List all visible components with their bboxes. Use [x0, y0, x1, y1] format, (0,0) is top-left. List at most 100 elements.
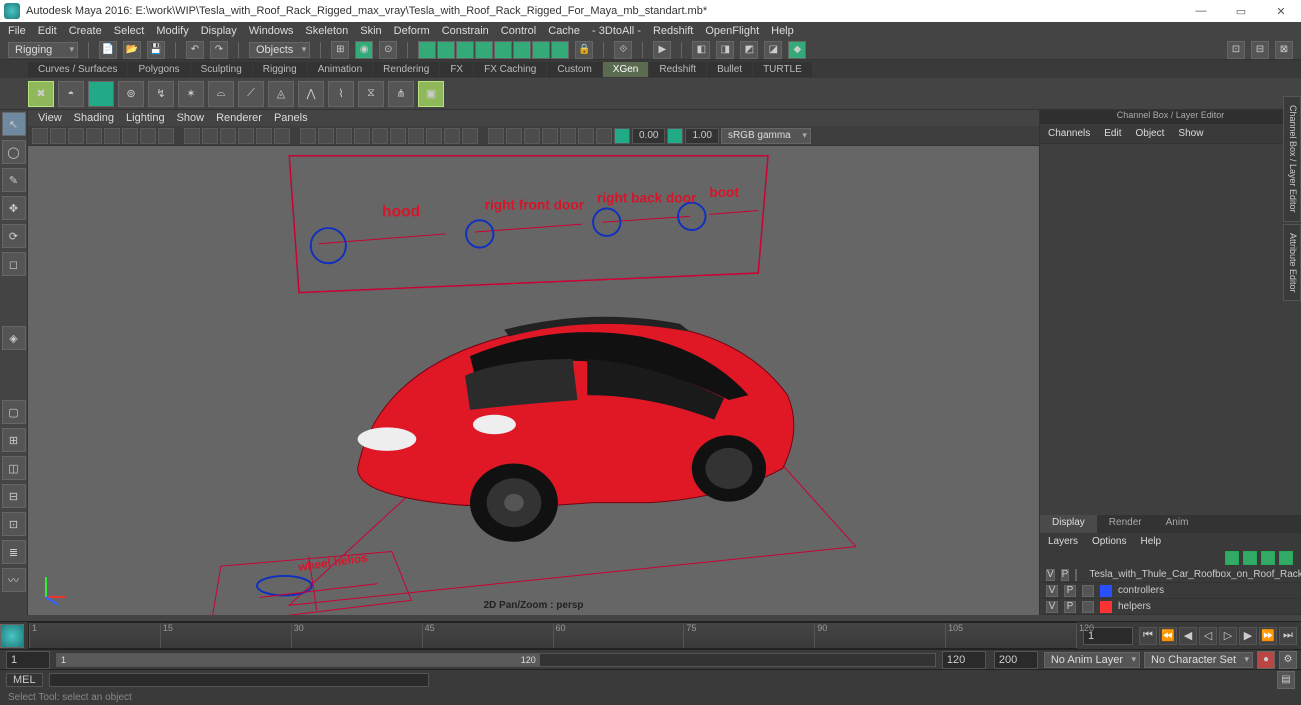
step-fwd-icon[interactable]: ▶ [1239, 627, 1257, 645]
panel-icon[interactable] [596, 128, 612, 144]
layer-color-swatch[interactable] [1100, 601, 1112, 613]
layer-color-swatch[interactable] [1100, 585, 1112, 597]
shelf-xgen-icon-4[interactable]: ⊚ [118, 81, 144, 107]
render-settings-icon[interactable]: ◩ [740, 41, 758, 59]
menu-3dtoall[interactable]: - 3DtoAll - [592, 25, 641, 37]
selection-mask-dropdown[interactable]: Objects [249, 42, 310, 58]
range-thumb[interactable]: 1120 [57, 654, 540, 666]
shelf-xgen-icon-8[interactable]: ⟋ [238, 81, 264, 107]
layer-row[interactable]: V P controllers [1040, 583, 1301, 599]
menu-skin[interactable]: Skin [360, 25, 381, 37]
new-scene-icon[interactable]: 📄 [99, 41, 117, 59]
side-tab-attribute[interactable]: Attribute Editor [1283, 224, 1301, 302]
shelf-xgen-icon-5[interactable]: ↯ [148, 81, 174, 107]
panel-icon[interactable] [336, 128, 352, 144]
menu-help[interactable]: Help [771, 25, 794, 37]
menu-control[interactable]: Control [501, 25, 536, 37]
shelf-tab-fx[interactable]: FX [440, 62, 473, 77]
layer-tab-render[interactable]: Render [1097, 515, 1154, 533]
select-tool[interactable]: ↖ [2, 112, 26, 136]
shelf-tab-rigging[interactable]: Rigging [253, 62, 307, 77]
panel-icon[interactable] [184, 128, 200, 144]
panel-icon[interactable] [506, 128, 522, 144]
shelf-xgen-icon-7[interactable]: ⌓ [208, 81, 234, 107]
script-editor-icon[interactable]: ▤ [1277, 671, 1295, 689]
menu-cache[interactable]: Cache [548, 25, 580, 37]
layer-tab-display[interactable]: Display [1040, 515, 1097, 533]
step-back-key-icon[interactable]: ⏪ [1159, 627, 1177, 645]
range-end2-field[interactable]: 200 [994, 651, 1038, 669]
cmd-lang-label[interactable]: MEL [6, 673, 43, 687]
layer-vis-toggle[interactable]: V [1046, 569, 1055, 581]
layout-two-side[interactable]: ◫ [2, 456, 26, 480]
snap-curve-icon[interactable]: ◉ [355, 41, 373, 59]
panel-icon[interactable] [578, 128, 594, 144]
layer-new-selected-icon[interactable] [1279, 551, 1293, 565]
close-button[interactable]: ✕ [1261, 0, 1301, 22]
shelf-tab-redshift[interactable]: Redshift [649, 62, 706, 77]
workspace-dropdown[interactable]: Rigging [8, 42, 78, 58]
scale-tool[interactable]: ◻ [2, 252, 26, 276]
sym-icon-8[interactable] [551, 41, 569, 59]
step-back-icon[interactable]: ◀ [1179, 627, 1197, 645]
hud-icon[interactable]: ⊟ [1251, 41, 1269, 59]
panel-menu-lighting[interactable]: Lighting [126, 112, 165, 124]
move-tool[interactable]: ✥ [2, 196, 26, 220]
xray-icon[interactable]: ⊠ [1275, 41, 1293, 59]
cb-menu-object[interactable]: Object [1136, 128, 1165, 139]
go-start-icon[interactable]: ⏮ [1139, 627, 1157, 645]
menu-skeleton[interactable]: Skeleton [305, 25, 348, 37]
layer-move-up-icon[interactable] [1225, 551, 1239, 565]
maya-home-icon[interactable] [0, 624, 24, 648]
gate-mask-icon[interactable] [614, 128, 630, 144]
graph-editor-toggle[interactable]: 〰 [2, 568, 26, 592]
shelf-xgen-icon-10[interactable]: ⋀ [298, 81, 324, 107]
panel-icon[interactable] [32, 128, 48, 144]
shelf-tab-custom[interactable]: Custom [547, 62, 601, 77]
sym-icon-6[interactable] [513, 41, 531, 59]
shelf-tab-curves[interactable]: Curves / Surfaces [28, 62, 127, 77]
menu-create[interactable]: Create [69, 25, 102, 37]
layer-menu-layers[interactable]: Layers [1048, 536, 1078, 547]
panel-icon[interactable] [202, 128, 218, 144]
layer-type-toggle[interactable] [1075, 569, 1077, 581]
panel-icon[interactable] [256, 128, 272, 144]
panel-icon[interactable] [50, 128, 66, 144]
panel-icon[interactable] [140, 128, 156, 144]
shelf-tab-fxcaching[interactable]: FX Caching [474, 62, 546, 77]
range-track[interactable]: 1120 [56, 653, 936, 667]
layer-menu-help[interactable]: Help [1140, 536, 1161, 547]
gamma-field[interactable]: 1.00 [685, 128, 718, 144]
play-fwd-icon[interactable]: ▷ [1219, 627, 1237, 645]
minimize-button[interactable]: — [1181, 0, 1221, 22]
snap-grid-icon[interactable]: ⊞ [331, 41, 349, 59]
panel-icon[interactable] [354, 128, 370, 144]
panel-icon[interactable] [542, 128, 558, 144]
colorspace-dropdown[interactable]: sRGB gamma [721, 128, 811, 144]
ipr-icon[interactable]: ◧ [692, 41, 710, 59]
play-back-icon[interactable]: ◁ [1199, 627, 1217, 645]
cb-menu-show[interactable]: Show [1178, 128, 1203, 139]
sym-icon-2[interactable] [437, 41, 455, 59]
rotate-tool[interactable]: ⟳ [2, 224, 26, 248]
menu-openflight[interactable]: OpenFlight [705, 25, 759, 37]
shelf-xgen-icon-12[interactable]: ⧖ [358, 81, 384, 107]
prefs-icon[interactable]: ⚙ [1279, 651, 1297, 669]
go-end-icon[interactable]: ⏭ [1279, 627, 1297, 645]
panel-icon[interactable] [274, 128, 290, 144]
open-scene-icon[interactable]: 📂 [123, 41, 141, 59]
last-tool[interactable]: ◈ [2, 326, 26, 350]
panel-icon[interactable] [122, 128, 138, 144]
panel-icon[interactable] [426, 128, 442, 144]
layer-vis-toggle[interactable]: V [1046, 585, 1058, 597]
panel-icon[interactable] [524, 128, 540, 144]
shelf-tab-animation[interactable]: Animation [308, 62, 372, 77]
layer-menu-options[interactable]: Options [1092, 536, 1126, 547]
save-scene-icon[interactable]: 💾 [147, 41, 165, 59]
viewport-persp[interactable]: hood right front door right back door bo… [28, 146, 1039, 615]
snap-point-icon[interactable]: ⊙ [379, 41, 397, 59]
menu-redshift[interactable]: Redshift [653, 25, 693, 37]
menu-constrain[interactable]: Constrain [442, 25, 489, 37]
menu-windows[interactable]: Windows [249, 25, 294, 37]
anim-layer-dropdown[interactable]: No Anim Layer [1044, 652, 1140, 668]
